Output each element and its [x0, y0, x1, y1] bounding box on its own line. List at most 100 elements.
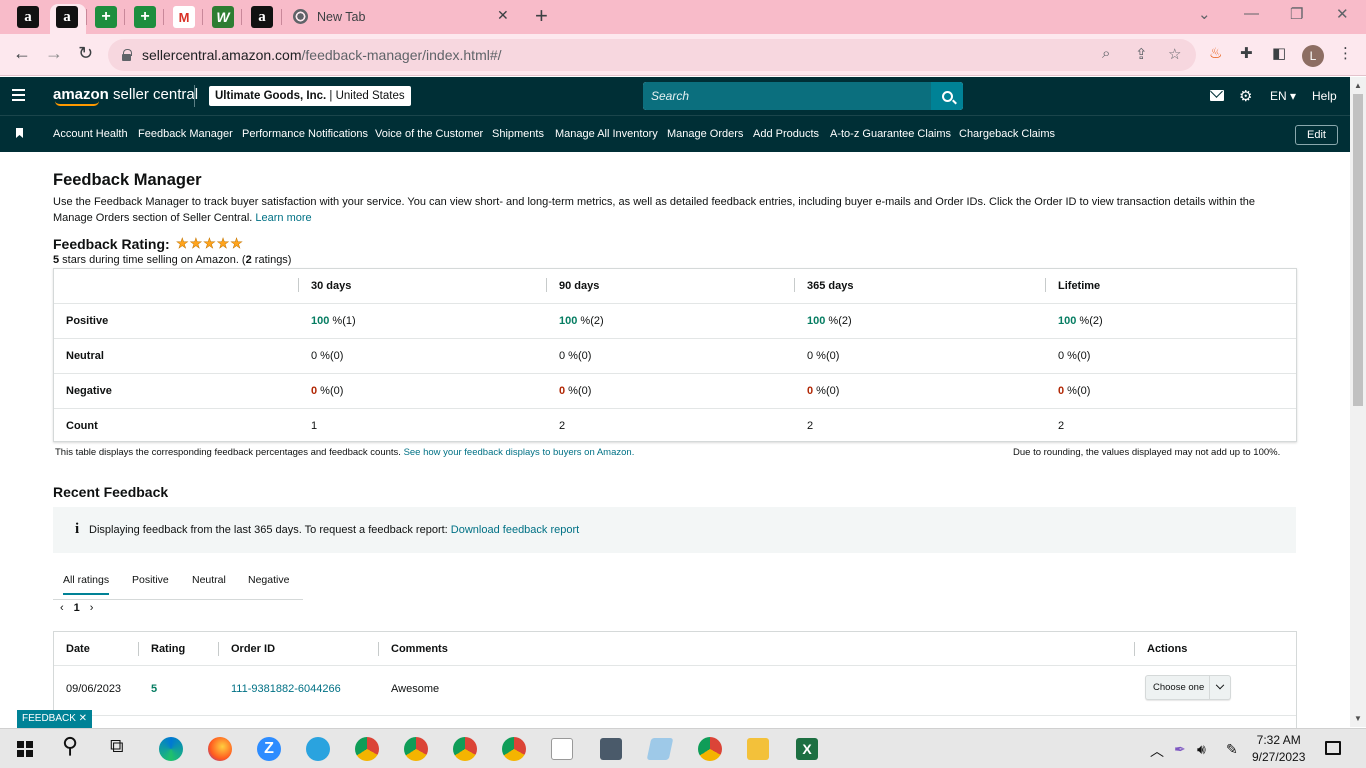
column-header-date[interactable]: Date [66, 643, 90, 655]
prev-page-icon[interactable]: ‹ [60, 602, 64, 614]
url-bar[interactable]: sellercentral.amazon.com/feedback-manage… [108, 39, 1196, 71]
tab-all-ratings[interactable]: All ratings [63, 574, 110, 595]
amazon-tab-icon[interactable]: a [56, 6, 78, 28]
back-icon[interactable]: ← [13, 43, 31, 64]
download-report-link[interactable]: Download feedback report [451, 524, 579, 536]
pen-app-icon[interactable]: ✒ [1174, 741, 1186, 758]
nav-add-products[interactable]: Add Products [753, 128, 819, 140]
bookmark-icon[interactable] [16, 128, 23, 138]
action-dropdown[interactable]: Choose one [1145, 675, 1231, 700]
help-link[interactable]: Help [1312, 89, 1337, 103]
extensions-puzzle-icon[interactable]: ✚ [1240, 44, 1253, 62]
nav-shipments[interactable]: Shipments [492, 128, 544, 140]
notepad-icon[interactable] [646, 738, 674, 760]
tab-neutral[interactable]: Neutral [192, 574, 226, 586]
side-panel-icon[interactable]: ◧ [1272, 44, 1286, 62]
feedback-display-link[interactable]: See how your feedback displays to buyers… [404, 447, 635, 458]
search-button[interactable] [931, 82, 963, 110]
order-id-link[interactable]: 111-9381882-6044266 [231, 683, 341, 695]
restore-icon[interactable]: ❐ [1290, 5, 1303, 23]
scrollbar-thumb[interactable] [1353, 94, 1363, 406]
column-divider [1045, 278, 1046, 292]
nav-feedback-manager[interactable]: Feedback Manager [138, 128, 233, 140]
volume-icon[interactable]: 🔊︎ [1197, 741, 1206, 758]
amazon-tab-icon[interactable]: a [17, 6, 39, 28]
share-icon[interactable]: ⇪ [1135, 45, 1148, 63]
telegram-icon[interactable] [306, 737, 330, 761]
nav-chargeback-claims[interactable]: Chargeback Claims [959, 128, 1055, 140]
taskbar-clock[interactable]: 7:32 AM 9/27/2023 [1252, 732, 1305, 766]
gmail-tab-icon[interactable]: M [173, 6, 195, 28]
pen-workspace-icon[interactable]: ✎ [1226, 741, 1238, 758]
close-window-icon[interactable]: ✕ [1336, 5, 1349, 23]
browser-menu-icon[interactable]: ⋮ [1338, 44, 1353, 62]
tab-positive[interactable]: Positive [132, 574, 169, 586]
tray-chevron-icon[interactable]: ︿ [1150, 741, 1164, 761]
extension-fire-icon[interactable]: ♨ [1209, 44, 1222, 62]
firefox-icon[interactable] [208, 737, 232, 761]
scroll-down-icon[interactable]: ▼ [1354, 714, 1362, 723]
calculator-icon[interactable] [600, 738, 622, 760]
learn-more-link[interactable]: Learn more [255, 212, 311, 224]
sheets-tab-icon[interactable]: + [95, 6, 117, 28]
url-text[interactable]: sellercentral.amazon.com/feedback-manage… [142, 47, 502, 63]
search-input[interactable] [643, 82, 931, 110]
tab-divider [124, 9, 125, 25]
chrome-profile-icon[interactable] [453, 737, 477, 761]
nav-voice-of-customer[interactable]: Voice of the Customer [375, 128, 483, 140]
reload-icon[interactable]: ↻ [78, 43, 93, 64]
zoom-app-icon[interactable]: Z [257, 737, 281, 761]
nav-performance-notifications[interactable]: Performance Notifications [242, 128, 368, 140]
nav-account-health[interactable]: Account Health [53, 128, 128, 140]
table-cell: 100 %(2) [559, 315, 604, 327]
minimize-icon[interactable]: — [1244, 5, 1259, 22]
settings-gear-icon[interactable]: ⚙ [1239, 87, 1252, 105]
zoom-icon[interactable]: ⌕ [1102, 45, 1110, 62]
tab-search-icon[interactable]: ⌄ [1198, 5, 1211, 23]
page-scrollbar[interactable]: ▲ ▼ [1350, 77, 1366, 727]
column-header-comments[interactable]: Comments [391, 643, 448, 655]
nav-manage-orders[interactable]: Manage Orders [667, 128, 743, 140]
notifications-icon[interactable] [1325, 741, 1341, 755]
scroll-up-icon[interactable]: ▲ [1354, 81, 1362, 90]
file-explorer-icon[interactable] [747, 738, 769, 760]
nav-manage-all-inventory[interactable]: Manage All Inventory [555, 128, 658, 140]
next-page-icon[interactable]: › [90, 602, 94, 614]
page-number[interactable]: 1 [74, 602, 80, 614]
close-tab-icon[interactable]: ✕ [497, 7, 509, 24]
new-tab-button[interactable]: + [535, 3, 548, 29]
chrome-profile-icon[interactable] [404, 737, 428, 761]
chrome-profile-icon[interactable] [698, 737, 722, 761]
column-header-order-id[interactable]: Order ID [231, 643, 275, 655]
lock-icon[interactable] [122, 49, 132, 61]
profile-avatar[interactable]: L [1302, 45, 1324, 67]
bookmark-star-icon[interactable]: ☆ [1168, 45, 1181, 63]
feedback-widget-button[interactable]: FEEDBACK ✕ [17, 710, 93, 728]
chrome-profile-icon[interactable] [502, 737, 526, 761]
excel-icon[interactable]: X [796, 738, 818, 760]
recent-feedback-table: Date Rating Order ID Comments Actions 09… [53, 631, 1297, 741]
edit-nav-button[interactable]: Edit [1295, 125, 1338, 145]
account-switcher[interactable]: Ultimate Goods, Inc. | United States [209, 86, 411, 106]
nav-atoz-claims[interactable]: A-to-z Guarantee Claims [830, 128, 951, 140]
chrome-profile-icon[interactable] [355, 737, 379, 761]
app-tab-icon[interactable]: W [212, 6, 234, 28]
language-selector[interactable]: EN ▾ [1270, 89, 1296, 103]
browser-tab-strip: a a + + M W a New Tab ✕ + ⌄ — ❐ ✕ [0, 0, 1366, 34]
column-header-rating[interactable]: Rating [151, 643, 185, 655]
sheets-tab-icon[interactable]: + [134, 6, 156, 28]
new-tab-title[interactable]: New Tab [317, 10, 365, 24]
tab-negative[interactable]: Negative [248, 574, 289, 586]
forward-icon[interactable]: → [45, 43, 63, 64]
edge-icon[interactable] [159, 737, 183, 761]
search-icon[interactable]: ⚲ [62, 733, 78, 759]
app-window-icon[interactable] [551, 738, 573, 760]
address-toolbar: ← → ↻ sellercentral.amazon.com/feedback-… [0, 34, 1366, 76]
messages-icon[interactable] [1210, 90, 1224, 101]
windows-start-icon[interactable] [17, 741, 33, 757]
task-view-icon[interactable]: ⧉ [110, 736, 124, 758]
column-header: 90 days [559, 280, 600, 292]
seller-central-logo[interactable]: amazon seller central [53, 86, 198, 106]
hamburger-menu-icon[interactable] [12, 89, 25, 104]
amazon-tab-icon[interactable]: a [251, 6, 273, 28]
